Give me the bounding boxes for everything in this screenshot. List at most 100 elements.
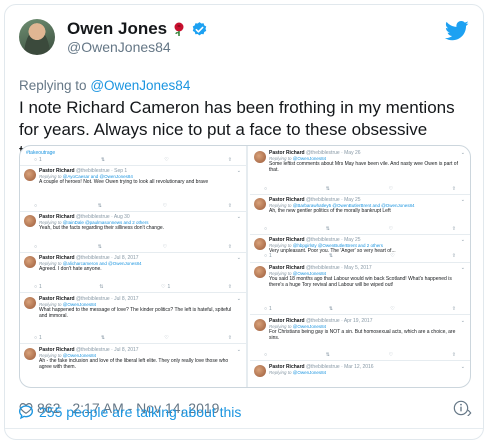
media-separator bbox=[20, 252, 246, 253]
like-icon: ♡ bbox=[164, 335, 169, 341]
footer-divider bbox=[5, 428, 483, 429]
reply-body: A couple of heroes! Not. Wee Owen trying… bbox=[39, 179, 209, 185]
like-icon: ♡ bbox=[388, 352, 394, 358]
reply-screenshot: Pastor Richard @thebiblestrue · Mar 12, … bbox=[250, 363, 470, 387]
chevron-down-icon: ⌄ bbox=[236, 168, 241, 174]
media-right-column: Pastor Richard @thebiblestrue · May 26 ⌄… bbox=[250, 146, 470, 387]
chevron-down-icon: ⌄ bbox=[460, 364, 465, 370]
media-actions-row: ○ ⇅ ♡ ⇪ bbox=[264, 352, 456, 358]
conversation-link[interactable]: 255 people are talking about this › bbox=[18, 404, 472, 422]
reply-replying: Replying to @OwenJones84 bbox=[269, 370, 327, 375]
share-icon: ⇪ bbox=[227, 335, 232, 341]
chevron-down-icon: ⌄ bbox=[460, 197, 465, 203]
retweet-icon: ⇅ bbox=[325, 352, 330, 358]
reply-avatar bbox=[254, 238, 266, 250]
reply-icon: ○ 1 bbox=[264, 253, 272, 259]
media-actions-row: ○ ⇅ ♡ ⇪ bbox=[264, 226, 456, 232]
like-icon: ♡ bbox=[390, 306, 395, 312]
media-separator bbox=[20, 343, 246, 344]
twitter-bird-icon[interactable] bbox=[445, 21, 469, 41]
tweet-media[interactable]: #takeoutrage ○ 1 ⇅ ♡ ⇪ Pastor Richard @t… bbox=[19, 145, 471, 388]
retweet-icon: ⇅ bbox=[328, 306, 334, 312]
chevron-down-icon: ⌄ bbox=[460, 318, 465, 324]
media-actions-row: ○ ⇅ ♡ ⇪ bbox=[34, 203, 232, 209]
chevron-right-icon[interactable]: › bbox=[467, 404, 472, 422]
media-separator bbox=[250, 194, 470, 195]
reply-avatar bbox=[24, 256, 36, 268]
media-actions-row: ○ ⇅ ♡ ⇪ bbox=[264, 186, 456, 192]
retweet-icon: ⇅ bbox=[97, 244, 102, 250]
share-icon: ⇪ bbox=[451, 253, 456, 259]
media-separator bbox=[250, 262, 470, 263]
share-icon: ⇪ bbox=[227, 157, 232, 163]
reply-body: Ah - the fake inclusion and love of the … bbox=[39, 358, 229, 370]
reply-avatar bbox=[254, 319, 266, 331]
like-icon: ♡ bbox=[162, 244, 168, 250]
rose-icon bbox=[174, 22, 184, 36]
reply-icon: ○ bbox=[34, 203, 38, 209]
reply-avatar bbox=[254, 151, 266, 163]
reply-screenshot: Pastor Richard @thebiblestrue · Aug 30 ⌄… bbox=[20, 213, 246, 243]
display-name[interactable]: Owen Jones bbox=[67, 19, 167, 39]
reply-screenshot: Pastor Richard @thebiblestrue · Sep 1 ⌄ … bbox=[20, 167, 246, 203]
reply-body: Agreed. I don't hate anyone. bbox=[39, 266, 102, 272]
reply-screenshot: Pastor Richard @thebiblestrue · Apr 19, … bbox=[250, 317, 470, 351]
like-icon: ♡ 1 bbox=[161, 284, 171, 290]
media-actions-row: ○ 1 ⇅ ♡ 1 ⇪ bbox=[34, 284, 232, 290]
reply-icon: ○ 1 bbox=[34, 157, 42, 163]
reply-body: You said 18 months ago that Labour would… bbox=[269, 276, 452, 288]
share-icon: ⇪ bbox=[451, 186, 456, 192]
reply-avatar bbox=[254, 365, 266, 377]
share-icon: ⇪ bbox=[451, 226, 456, 232]
share-icon: ⇪ bbox=[227, 244, 232, 250]
reply-icon: ○ bbox=[34, 244, 38, 250]
reply-avatar bbox=[24, 169, 36, 181]
retweet-icon: ⇅ bbox=[97, 203, 102, 209]
like-icon: ♡ bbox=[164, 157, 169, 163]
comment-bubble-icon bbox=[18, 405, 34, 420]
reply-body: For Christians being gay is NOT a sin. B… bbox=[269, 329, 456, 341]
reply-icon: ○ 1 bbox=[34, 335, 42, 341]
reply-avatar bbox=[24, 297, 36, 309]
tweet-card: Owen Jones @OwenJones84 Replying to @Owe… bbox=[4, 4, 484, 440]
reply-screenshot: Pastor Richard @thebiblestrue · Jul 8, 2… bbox=[20, 254, 246, 282]
reply-icon: ○ 1 bbox=[264, 306, 272, 312]
media-separator bbox=[20, 292, 246, 293]
handle[interactable]: @OwenJones84 bbox=[67, 39, 171, 55]
like-icon: ♡ bbox=[388, 226, 394, 232]
chevron-down-icon: ⌄ bbox=[236, 214, 241, 220]
avatar[interactable] bbox=[19, 19, 55, 55]
retweet-icon: ⇅ bbox=[328, 253, 334, 259]
media-separator bbox=[20, 211, 246, 212]
reply-screenshot: Pastor Richard @thebiblestrue · May 25 ⌄… bbox=[250, 236, 470, 264]
reply-screenshot: Pastor Richard @thebiblestrue · Jul 8, 2… bbox=[20, 346, 246, 387]
reply-icon: ○ bbox=[264, 186, 268, 192]
reply-screenshot: Pastor Richard @thebiblestrue · May 5, 2… bbox=[250, 264, 470, 304]
reply-icon: ○ 1 bbox=[34, 284, 42, 290]
media-separator bbox=[250, 360, 470, 361]
chevron-down-icon: ⌄ bbox=[460, 265, 465, 271]
like-icon: ♡ bbox=[390, 253, 395, 259]
like-icon: ♡ bbox=[162, 203, 168, 209]
media-separator bbox=[250, 314, 470, 315]
reply-screenshot: Pastor Richard @thebiblestrue · May 25 ⌄… bbox=[250, 196, 470, 226]
chevron-down-icon: ⌄ bbox=[236, 347, 241, 353]
chevron-down-icon: ⌄ bbox=[236, 296, 241, 302]
chevron-down-icon: ⌄ bbox=[236, 255, 241, 261]
media-actions-row: ○ 1 ⇅ ♡ ⇪ bbox=[34, 335, 232, 341]
conversation-count[interactable]: 255 people are talking about this bbox=[39, 404, 241, 420]
media-actions-row: ○ 1 ⇅ ♡ ⇪ bbox=[34, 157, 232, 163]
retweet-icon: ⇅ bbox=[99, 284, 104, 290]
share-icon: ⇪ bbox=[227, 203, 232, 209]
tweet-header: Owen Jones @OwenJones84 bbox=[19, 17, 469, 65]
media-separator bbox=[250, 234, 470, 235]
reply-icon: ○ bbox=[264, 352, 268, 358]
media-hashtag[interactable]: #takeoutrage bbox=[26, 150, 55, 156]
media-actions-row: ○ 1 ⇅ ♡ ⇪ bbox=[264, 306, 456, 312]
replying-to-link[interactable]: @OwenJones84 bbox=[90, 78, 190, 93]
reply-body: Yeah, but the facts regarding their sill… bbox=[39, 225, 165, 231]
verified-badge-icon bbox=[192, 21, 207, 35]
name-line: Owen Jones bbox=[67, 19, 208, 39]
retweet-icon: ⇅ bbox=[325, 226, 330, 232]
retweet-icon: ⇅ bbox=[325, 186, 330, 192]
